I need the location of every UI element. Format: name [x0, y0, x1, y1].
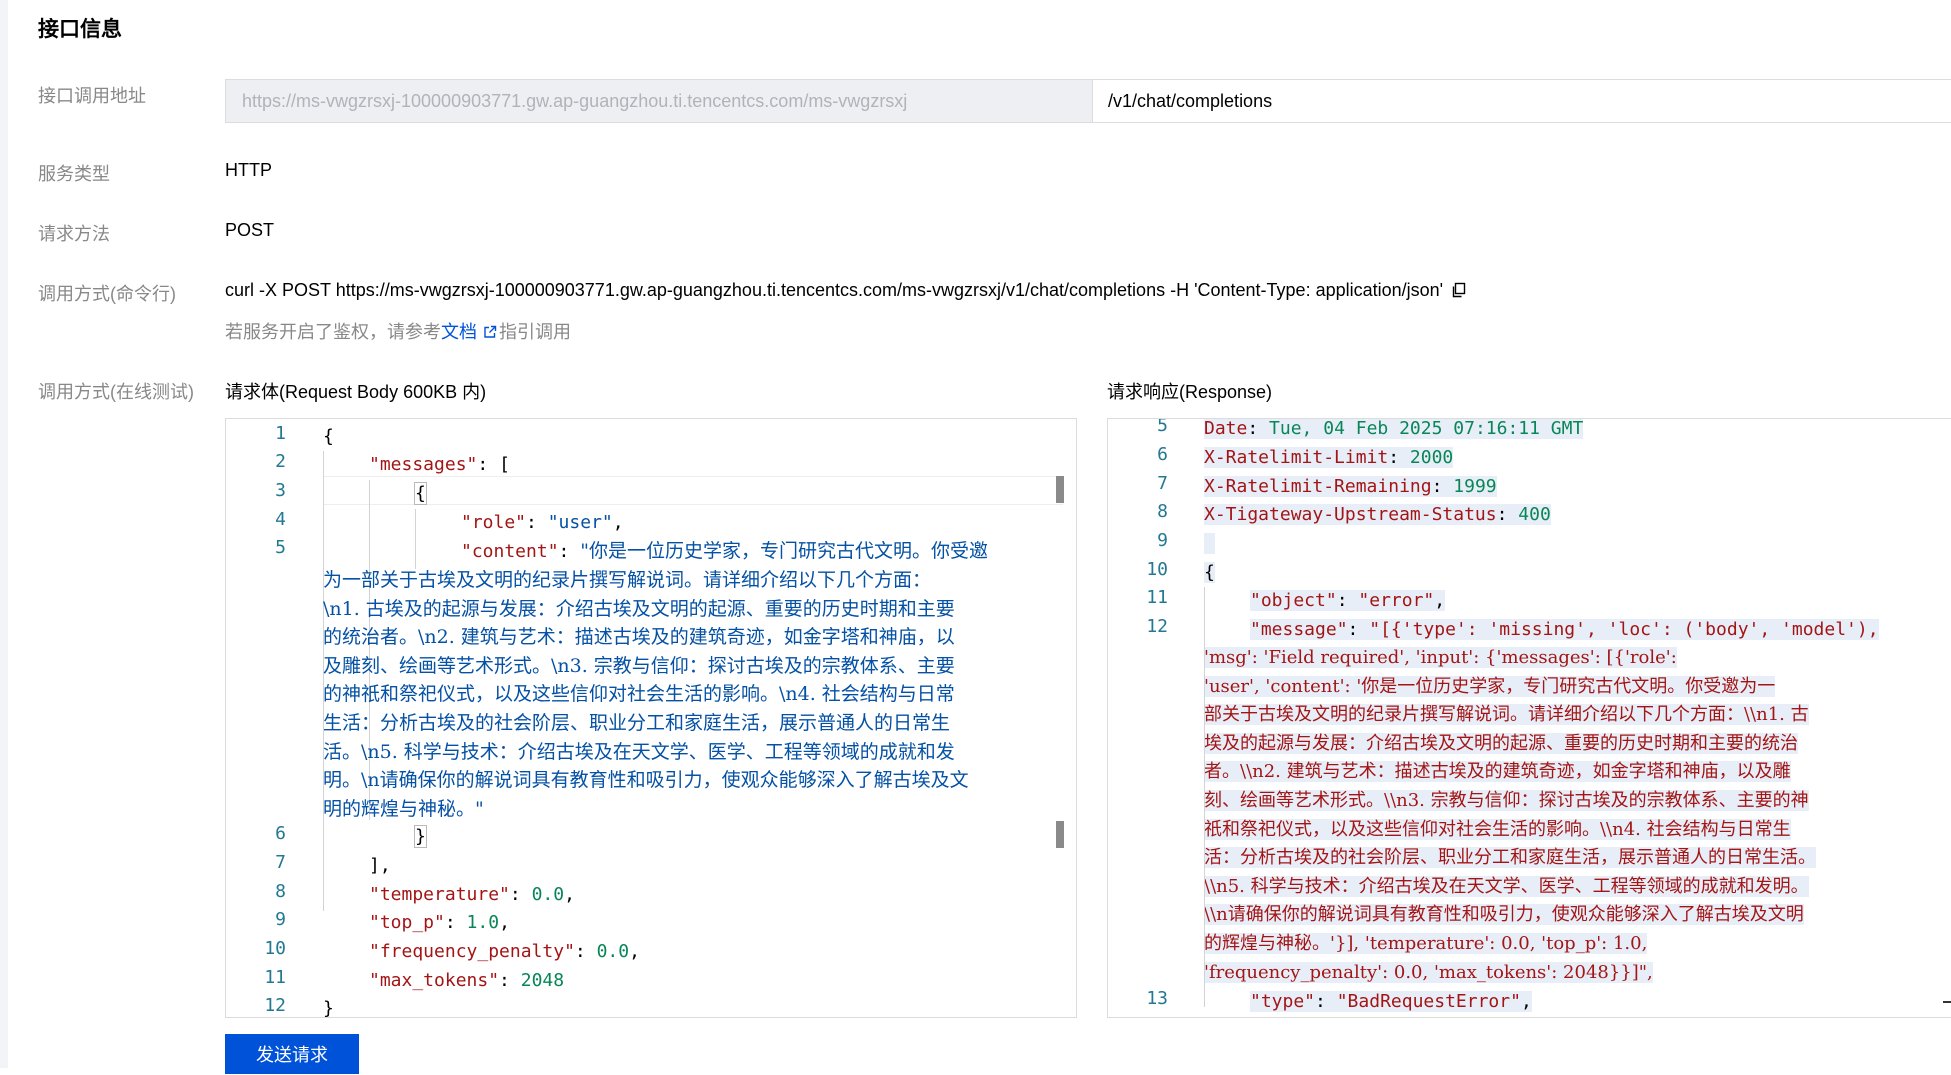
code-line-5: "content": "你是一位历史学家，专门研究古代文明。你受邀 [461, 540, 988, 562]
hint-suffix: 指引调用 [499, 322, 571, 342]
line-number: 5 [1157, 418, 1168, 436]
line-number: 7 [1157, 473, 1168, 494]
code-line-8: "temperature": 0.0, [369, 884, 575, 905]
doc-link[interactable]: 文档 [441, 322, 477, 342]
line-number: 9 [275, 909, 286, 930]
line-number: 11 [264, 967, 286, 988]
resp-line-10: { [1204, 562, 1215, 583]
line-number: 14 [1108, 1016, 1168, 1017]
line-number: 12 [264, 995, 286, 1016]
endpoint-url-field: https://ms-vwgzrsxj-100000903771.gw.ap-g… [225, 79, 1951, 123]
editor-scroll-marker[interactable] [1056, 821, 1064, 848]
copy-icon[interactable] [1451, 282, 1467, 298]
message-wrapped-text: 'msg': 'Field required', 'input': {'mess… [1204, 647, 1816, 983]
line-number: 6 [1157, 444, 1168, 465]
line-number: 7 [275, 852, 286, 873]
service-type-label: 服务类型 [38, 164, 110, 184]
resp-line-7: X-Ratelimit-Remaining: 1999 [1204, 476, 1497, 497]
code-line-6: } [414, 825, 427, 848]
line-number: 10 [264, 938, 286, 959]
line-number: 13 [1146, 988, 1168, 1009]
section-title: 接口信息 [38, 18, 122, 41]
code-line-7: ], [369, 855, 391, 876]
line-number: 10 [1146, 559, 1168, 580]
resp-line-13: "type": "BadRequestError", [1250, 991, 1532, 1012]
hint-prefix: 若服务开启了鉴权，请参考 [225, 322, 441, 342]
request-body-editor[interactable]: 1 2 3 4 5 6 7 8 9 10 11 12 { "messages":… [225, 418, 1077, 1018]
code-line-1: { [323, 426, 334, 447]
cli-label: 调用方式(命令行) [38, 284, 176, 304]
editor-scroll-marker[interactable] [1056, 476, 1064, 503]
curl-command-line: curl -X POST https://ms-vwgzrsxj-1000009… [225, 280, 1467, 301]
line-number: 4 [275, 509, 286, 530]
endpoint-label: 接口调用地址 [38, 86, 146, 106]
left-sidebar-strip [0, 0, 8, 1068]
line-number: 8 [1157, 501, 1168, 522]
line-number: 6 [275, 823, 286, 844]
online-test-label: 调用方式(在线测试) [38, 382, 194, 402]
line-number: 11 [1146, 587, 1168, 608]
method-value: POST [225, 220, 275, 240]
indent-guide [415, 509, 416, 569]
external-link-icon[interactable] [483, 323, 497, 338]
line-number: 8 [275, 881, 286, 902]
line-number: 5 [275, 537, 286, 558]
scroll-indicator[interactable] [1943, 1001, 1951, 1003]
resp-line-5: Date: Tue, 04 Feb 2025 07:16:11 GMT [1204, 418, 1584, 439]
line-number: 9 [1157, 530, 1168, 551]
auth-hint: 若服务开启了鉴权，请参考文档 指引调用 [225, 318, 571, 344]
code-line-10: "frequency_penalty": 0.0, [369, 941, 640, 962]
code-line-3: { [414, 482, 427, 505]
current-line-highlight [323, 476, 1063, 505]
response-viewer[interactable]: 5 6 7 8 9 10 11 12 13 14 Date: Tue, 04 F… [1107, 418, 1951, 1018]
resp-line-8: X-Tigateway-Upstream-Status: 400 [1204, 504, 1551, 525]
service-type-value: HTTP [225, 160, 272, 180]
line-number: 12 [1146, 616, 1168, 637]
code-line-12: } [323, 998, 334, 1018]
line-number: 1 [275, 423, 286, 444]
code-line-2: "messages": [ [369, 454, 510, 475]
indent-guide [1204, 587, 1205, 1007]
code-line-11: "max_tokens": 2048 [369, 970, 565, 991]
method-label: 请求方法 [38, 224, 110, 244]
line-number: 3 [275, 480, 286, 501]
curl-command: curl -X POST https://ms-vwgzrsxj-1000009… [225, 280, 1444, 300]
code-line-4: "role": "user", [461, 512, 624, 533]
resp-line-11: "object": "error", [1250, 590, 1446, 611]
resp-line-12: "message": "[{'type': 'missing', 'loc': … [1250, 619, 1879, 640]
request-body-title: 请求体(Request Body 600KB 内) [225, 382, 487, 402]
endpoint-path-input[interactable]: /v1/chat/completions [1093, 80, 1951, 122]
code-line-9: "top_p": 1.0, [369, 912, 510, 933]
endpoint-base-url: https://ms-vwgzrsxj-100000903771.gw.ap-g… [226, 80, 1093, 122]
content-wrapped-text: 为一部关于古埃及文明的纪录片撰写解说词。请详细介绍以下几个方面： \n1. 古埃… [323, 569, 969, 820]
response-title: 请求响应(Response) [1107, 382, 1273, 402]
line-number: 2 [275, 451, 286, 472]
resp-line-9 [1204, 530, 1215, 559]
resp-line-6: X-Ratelimit-Limit: 2000 [1204, 447, 1454, 468]
send-request-button[interactable]: 发送请求 [225, 1034, 359, 1074]
